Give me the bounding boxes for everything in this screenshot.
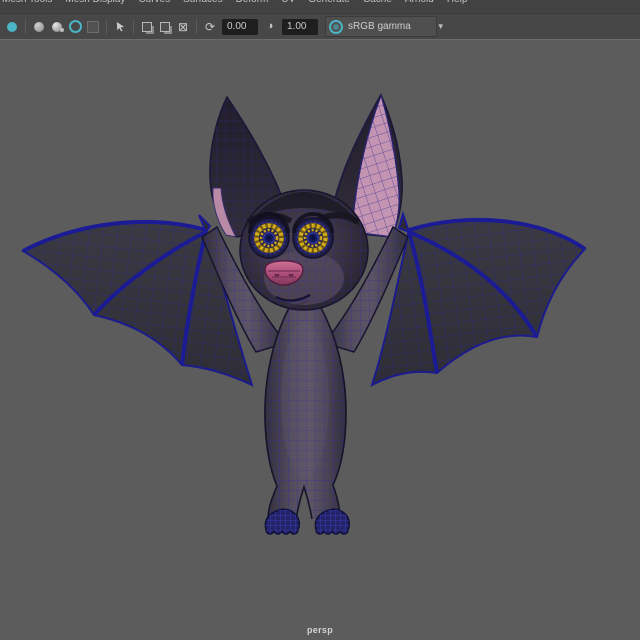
menu-arnold[interactable]: Arnold (405, 0, 434, 6)
panel-toolbar: ⊠ ⟳ 0.00 ◑ 1.00 sRGB gamma ▼ (0, 13, 640, 40)
exposure-icon[interactable]: ⟳ (203, 20, 217, 34)
copy-squares-alt-icon[interactable] (158, 20, 172, 34)
copy-squares-icon[interactable] (140, 20, 154, 34)
menu-uv[interactable]: UV (281, 0, 295, 6)
menu-generate[interactable]: Generate (308, 0, 350, 6)
bat-model[interactable] (20, 92, 587, 535)
exposure-field[interactable]: 0.00 (222, 18, 258, 35)
menu-bar: Mesh Tools Mesh Display Curves Surfaces … (0, 0, 640, 13)
toolbar-separator (196, 19, 197, 34)
right-eye (292, 212, 334, 259)
menu-surfaces[interactable]: Surfaces (183, 0, 222, 6)
view-transform-dropdown[interactable]: sRGB gamma ▼ (325, 16, 445, 37)
maya-window: Mesh Tools Mesh Display Curves Surfaces … (0, 0, 640, 640)
menu-curves[interactable]: Curves (138, 0, 170, 6)
view-transform-label: sRGB gamma (348, 21, 411, 32)
toolbar-separator (25, 19, 26, 34)
gray-sphere-icon[interactable] (32, 20, 46, 34)
crossed-square-icon[interactable]: ⊠ (176, 20, 190, 34)
grid-square-icon[interactable] (86, 20, 100, 34)
menu-mesh-tools[interactable]: Mesh Tools (2, 0, 52, 6)
shaded-sphere-icon[interactable] (50, 20, 64, 34)
teal-ring-icon[interactable] (68, 20, 82, 34)
gamma-field[interactable]: 1.00 (282, 18, 318, 35)
select-cursor-icon[interactable] (113, 20, 127, 34)
viewport-canvas[interactable] (0, 40, 640, 640)
view-transform-icon (329, 19, 343, 34)
toolbar-separator (106, 19, 107, 34)
menu-mesh-display[interactable]: Mesh Display (65, 0, 125, 6)
viewport[interactable]: persp (0, 40, 640, 640)
toolbar-separator (133, 19, 134, 34)
teal-sphere-icon[interactable] (5, 20, 19, 34)
dropdown-arrow-icon: ▼ (436, 22, 445, 31)
menu-cache[interactable]: Cache (363, 0, 392, 6)
menu-deform[interactable]: Deform (236, 0, 269, 6)
menu-bar-items: Mesh Tools Mesh Display Curves Surfaces … (0, 0, 640, 6)
left-eye (248, 212, 290, 259)
camera-name-label: persp (306, 625, 333, 635)
gamma-icon[interactable]: ◑ (263, 20, 277, 34)
menu-help[interactable]: Help (447, 0, 468, 6)
torso (264, 305, 347, 520)
